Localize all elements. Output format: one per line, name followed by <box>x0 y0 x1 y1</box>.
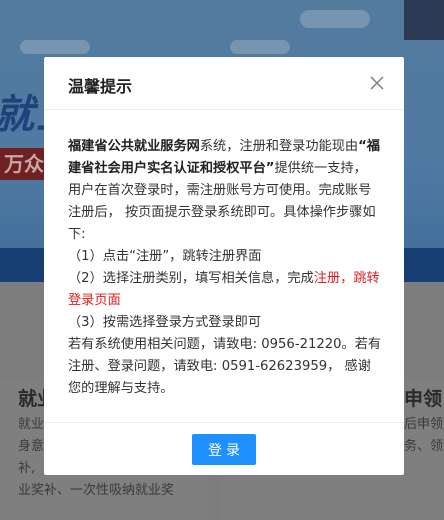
cloud-decoration <box>300 10 370 28</box>
intro-text: 系统，注册和登录功能现由 <box>199 139 359 154</box>
intro-paragraph: 福建省公共就业服务网系统，注册和登录功能现由“福建省社会用户实名认证和授权平台”… <box>68 136 382 246</box>
close-icon[interactable] <box>369 75 385 91</box>
top-right-strip <box>404 0 444 40</box>
step-1: （1）点击“注册”，跳转注册界面 <box>68 249 262 264</box>
card-text: 务、领 <box>404 439 444 454</box>
card-text: 身意 <box>18 439 45 454</box>
notice-dialog: 温馨提示 福建省公共就业服务网系统，注册和登录功能现由“福建省社会用户实名认证和… <box>44 57 404 475</box>
card-title: 申领 <box>404 388 443 410</box>
dialog-footer: 登录 <box>44 422 404 475</box>
login-button[interactable]: 登录 <box>192 434 256 465</box>
card-text: 就业 <box>18 417 45 432</box>
dialog-body: 福建省公共就业服务网系统，注册和登录功能现由“福建省社会用户实名认证和授权平台”… <box>68 136 382 400</box>
step-2: （2）选择注册类别，填写相关信息，完成注册，跳转登录页面 <box>68 268 382 312</box>
cloud-decoration <box>20 40 90 54</box>
site-name: 福建省公共就业服务网 <box>68 139 200 154</box>
dialog-title: 温馨提示 <box>68 77 133 96</box>
card-text: 业奖补、一次性吸纳就业奖 <box>18 483 175 498</box>
card-text: 补, <box>18 461 36 476</box>
card-text: 后申领 <box>404 417 444 432</box>
dialog-header: 温馨提示 <box>44 57 404 110</box>
cloud-decoration <box>230 40 290 54</box>
step-2-text: （2）选择注册类别，填写相关信息，完成 <box>68 271 314 286</box>
contact-info: 若有系统使用相关问题，请致电: 0956-21220。若有注册、登录问题，请致电… <box>68 337 382 396</box>
step-3: （3）按需选择登录方式登录即可 <box>68 315 262 330</box>
